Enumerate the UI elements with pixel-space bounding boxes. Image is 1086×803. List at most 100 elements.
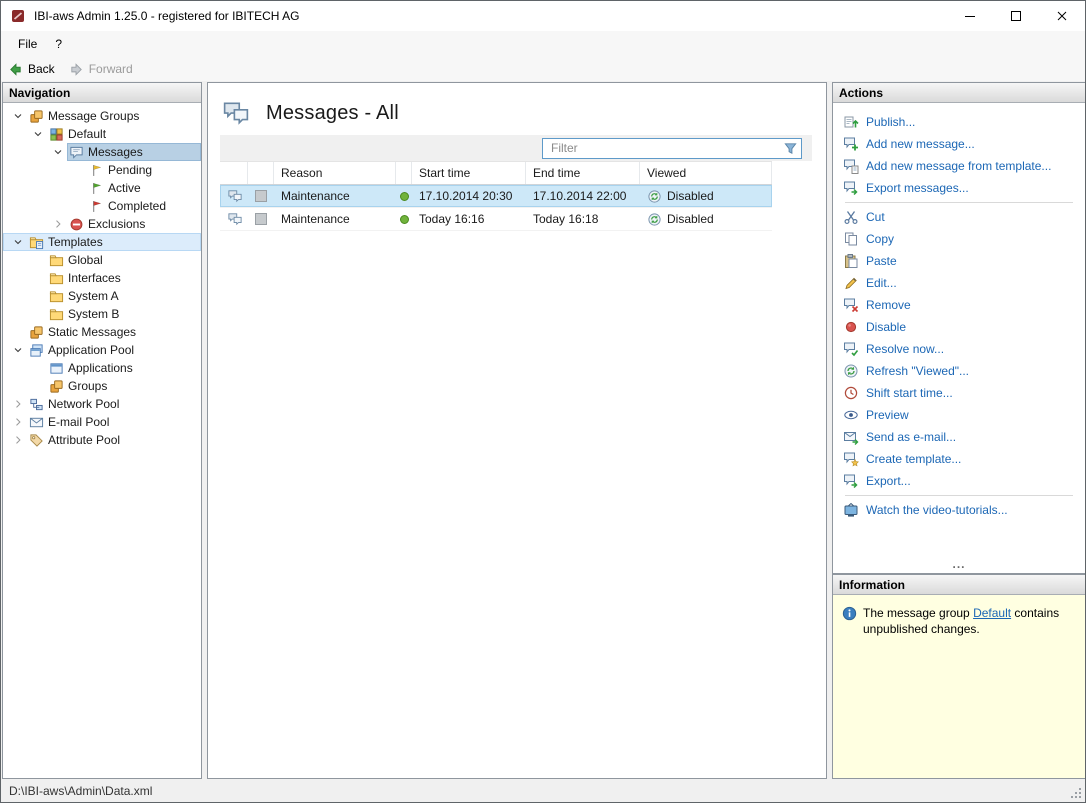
tree-item-attribute-pool[interactable]: Attribute Pool <box>3 431 201 449</box>
app-window: IBI-aws Admin 1.25.0 - registered for IB… <box>0 0 1086 803</box>
menu-help[interactable]: ? <box>46 33 71 55</box>
tree-item-interfaces[interactable]: Interfaces <box>3 269 201 287</box>
message-group-link[interactable]: Default <box>973 606 1011 620</box>
folder-icon <box>49 307 64 322</box>
menu-file[interactable]: File <box>9 33 46 55</box>
resize-grip-icon[interactable] <box>1070 787 1083 800</box>
action-send-as-email[interactable]: Send as e-mail... <box>843 426 1085 448</box>
column-header-viewed[interactable]: Viewed <box>640 162 772 184</box>
column-header-status[interactable] <box>396 162 412 184</box>
tree-item-messages[interactable]: Messages <box>3 143 201 161</box>
action-export[interactable]: Export... <box>843 470 1085 492</box>
table-row[interactable]: Maintenance 17.10.2014 20:30 17.10.2014 … <box>220 185 772 208</box>
action-remove[interactable]: Remove <box>843 294 1085 316</box>
tree-item-completed[interactable]: Completed <box>3 197 201 215</box>
forward-button[interactable]: Forward <box>69 62 133 77</box>
tree-item-system-b[interactable]: System B <box>3 305 201 323</box>
maximize-icon <box>1008 8 1024 24</box>
remove-icon <box>843 297 859 313</box>
expander-icon[interactable] <box>9 110 27 122</box>
action-disable[interactable]: Disable <box>843 316 1085 338</box>
tree-item-default[interactable]: Default <box>3 125 201 143</box>
expander-icon[interactable] <box>9 344 27 356</box>
viewed-refresh-icon <box>647 189 662 204</box>
tree-item-active[interactable]: Active <box>3 179 201 197</box>
templates-folder-icon <box>29 235 44 250</box>
add-from-template-icon <box>843 158 859 174</box>
table-row[interactable]: Maintenance Today 16:16 Today 16:18 Disa… <box>220 208 772 231</box>
tree-item-pending[interactable]: Pending <box>3 161 201 179</box>
action-resolve-now[interactable]: Resolve now... <box>843 338 1085 360</box>
pending-flag-icon <box>89 163 104 178</box>
action-cut[interactable]: Cut <box>843 206 1085 228</box>
tree-item-applications[interactable]: Applications <box>3 359 201 377</box>
data-file-path: D:\IBI-aws\Admin\Data.xml <box>9 784 153 798</box>
tree-item-templates[interactable]: Templates <box>3 233 201 251</box>
close-button[interactable] <box>1039 1 1085 31</box>
network-pool-icon <box>29 397 44 412</box>
tree-item-static-messages[interactable]: Static Messages <box>3 323 201 341</box>
tree-item-message-groups[interactable]: Message Groups <box>3 107 201 125</box>
maximize-button[interactable] <box>993 1 1039 31</box>
tree-item-network-pool[interactable]: Network Pool <box>3 395 201 413</box>
action-create-template[interactable]: Create template... <box>843 448 1085 470</box>
tree-item-application-pool[interactable]: Application Pool <box>3 341 201 359</box>
action-add-new-message[interactable]: Add new message... <box>843 133 1085 155</box>
app-icon <box>10 8 26 24</box>
tree-item-system-a[interactable]: System A <box>3 287 201 305</box>
cell-end-time: Today 16:18 <box>533 212 599 226</box>
messages-table: Reason Start time End time Viewed Mainte… <box>220 161 772 231</box>
expander-icon[interactable] <box>49 146 67 158</box>
expander-icon[interactable] <box>9 236 27 248</box>
folder-icon <box>49 253 64 268</box>
actions-panel: Actions Publish... Add new message... Ad… <box>832 82 1085 574</box>
navigation-tree: Message Groups Default Messages Pending … <box>3 103 201 449</box>
info-icon <box>842 606 857 621</box>
expander-icon[interactable] <box>9 434 27 446</box>
expander-icon[interactable] <box>49 218 67 230</box>
action-copy[interactable]: Copy <box>843 228 1085 250</box>
edit-icon <box>843 275 859 291</box>
back-button[interactable]: Back <box>8 62 55 77</box>
shift-start-time-icon <box>843 385 859 401</box>
expander-icon[interactable] <box>9 398 27 410</box>
tree-item-email-pool[interactable]: E-mail Pool <box>3 413 201 431</box>
action-paste[interactable]: Paste <box>843 250 1085 272</box>
actions-overflow-indicator[interactable]: ... <box>833 557 1085 571</box>
column-header-icon2[interactable] <box>248 162 274 184</box>
action-add-new-message-from-template[interactable]: Add new message from template... <box>843 155 1085 177</box>
cell-start-time: Today 16:16 <box>419 212 485 226</box>
action-publish[interactable]: Publish... <box>843 111 1085 133</box>
disable-icon <box>843 319 859 335</box>
window-controls <box>947 1 1085 31</box>
filter-input[interactable] <box>542 137 802 159</box>
application-pool-icon <box>29 343 44 358</box>
action-watch-video-tutorials[interactable]: Watch the video-tutorials... <box>843 499 1085 521</box>
column-header-start-time[interactable]: Start time <box>412 162 526 184</box>
tree-item-exclusions[interactable]: Exclusions <box>3 215 201 233</box>
main-content-panel: Messages - All Reason Start time End tim… <box>207 82 827 779</box>
expander-icon[interactable] <box>29 128 47 140</box>
action-preview[interactable]: Preview <box>843 404 1085 426</box>
action-refresh-viewed[interactable]: Refresh "Viewed"... <box>843 360 1085 382</box>
paste-icon <box>843 253 859 269</box>
expander-icon[interactable] <box>9 416 27 428</box>
static-messages-icon <box>29 325 44 340</box>
action-edit[interactable]: Edit... <box>843 272 1085 294</box>
tree-item-global[interactable]: Global <box>3 251 201 269</box>
toolbar: Back Forward <box>1 57 1085 81</box>
action-shift-start-time[interactable]: Shift start time... <box>843 382 1085 404</box>
messages-title-icon <box>220 100 252 126</box>
minimize-button[interactable] <box>947 1 993 31</box>
action-export-messages[interactable]: Export messages... <box>843 177 1085 199</box>
cell-viewed: Disabled <box>667 212 714 226</box>
close-icon <box>1054 8 1070 24</box>
tree-item-groups[interactable]: Groups <box>3 377 201 395</box>
column-header-reason[interactable]: Reason <box>274 162 396 184</box>
message-group-icon <box>49 127 64 142</box>
column-header-icon1[interactable] <box>220 162 248 184</box>
filter-funnel-icon[interactable] <box>783 141 798 156</box>
cell-viewed: Disabled <box>667 189 714 203</box>
export-messages-icon <box>843 180 859 196</box>
column-header-end-time[interactable]: End time <box>526 162 640 184</box>
